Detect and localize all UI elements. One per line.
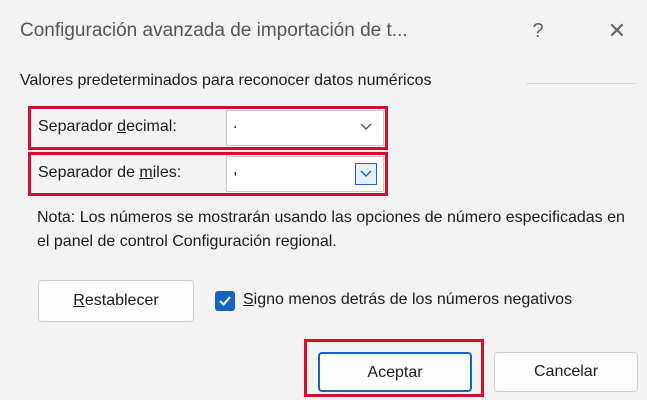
dialog-title: Configuración avanzada de importación de… [20, 20, 408, 41]
group-label: Valores predeterminados para reconocer d… [20, 72, 432, 89]
note-text: Nota: Los números se mostrarán usando la… [37, 209, 625, 250]
decimal-separator-combobox[interactable]: . [226, 110, 384, 146]
checkmark-icon [219, 296, 231, 306]
chevron-down-icon[interactable] [355, 117, 377, 139]
reset-button[interactable]: Restablecer [38, 280, 194, 322]
thousands-separator-combobox[interactable]: , [226, 156, 384, 192]
help-button[interactable]: ? [518, 14, 558, 48]
decimal-separator-value: . [233, 115, 238, 132]
group-divider [526, 83, 636, 84]
thousands-separator-value: , [233, 161, 238, 178]
close-button[interactable]: ✕ [597, 14, 637, 48]
negative-sign-checkbox[interactable] [215, 291, 235, 311]
thousands-separator-label: Separador de miles: [38, 164, 182, 181]
chevron-down-icon[interactable] [355, 163, 377, 185]
cancel-button[interactable]: Cancelar [494, 352, 638, 392]
negative-sign-label[interactable]: Signo menos detrás de los números negati… [243, 291, 572, 309]
ok-button[interactable]: Aceptar [318, 352, 472, 392]
title-bar: Configuración avanzada de importación de… [0, 0, 647, 62]
decimal-separator-label: Separador decimal: [38, 118, 177, 135]
